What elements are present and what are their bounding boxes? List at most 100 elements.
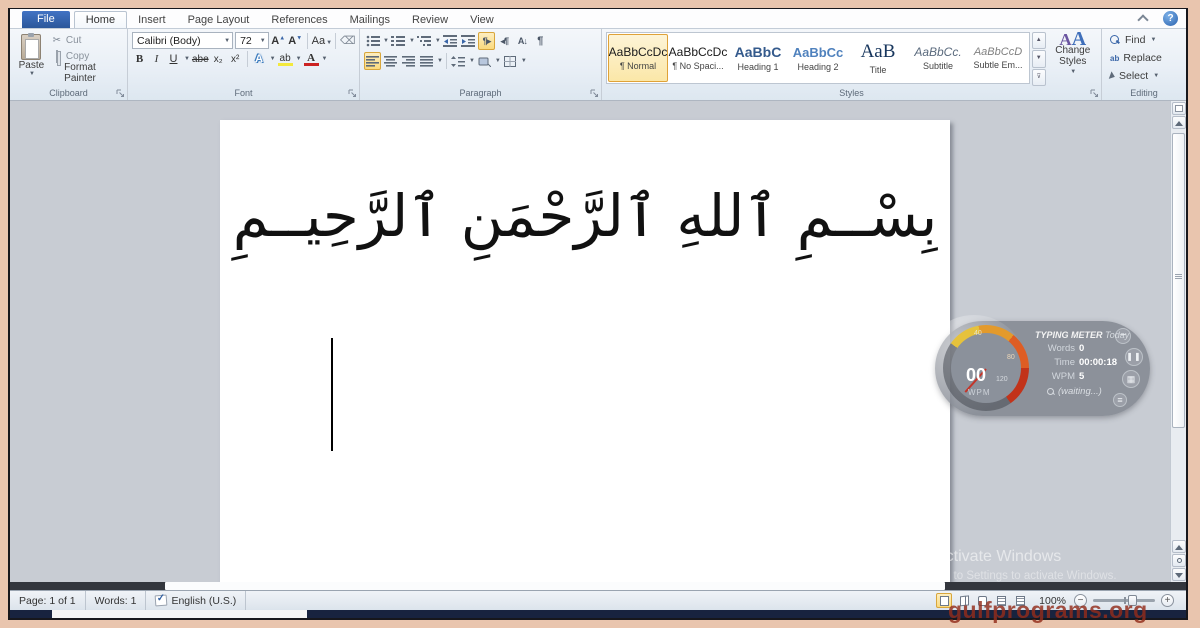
font-dialog-launcher[interactable] [348, 89, 357, 98]
minimize-ribbon-icon[interactable] [1136, 13, 1150, 24]
align-left-button[interactable] [364, 52, 381, 70]
tab-review[interactable]: Review [401, 12, 459, 28]
align-right-button[interactable] [400, 52, 417, 70]
typing-meter-widget[interactable]: 40 80 00 120 WPM TYPING METER Today Word… [935, 321, 1150, 416]
font-size-select[interactable]: 72 ▼ [235, 32, 269, 49]
clipboard-dialog-launcher[interactable] [116, 89, 125, 98]
paragraph-dialog-launcher[interactable] [590, 89, 599, 98]
gauge-tick-120: 120 [996, 376, 1008, 383]
cut-button[interactable]: ✂ Cut [49, 33, 123, 48]
tab-references[interactable]: References [260, 12, 338, 28]
numbering-icon [391, 35, 405, 47]
grow-font-button[interactable]: A▲ [271, 35, 286, 47]
ruler-icon [1175, 105, 1183, 112]
vertical-scroll-thumb[interactable] [1172, 133, 1185, 428]
activate-windows-watermark: Activate Windows Go to Settings to activ… [935, 548, 1117, 582]
scroll-up-button[interactable] [1172, 116, 1186, 129]
justify-icon [420, 56, 433, 67]
underline-button[interactable]: U [166, 53, 181, 65]
tab-page-layout[interactable]: Page Layout [177, 12, 261, 28]
horizontal-scrollbar[interactable] [10, 582, 1186, 590]
styles-dialog-launcher[interactable] [1090, 89, 1099, 98]
tab-home[interactable]: Home [74, 11, 127, 28]
multilevel-list-button[interactable] [416, 32, 433, 50]
vertical-scrollbar[interactable] [1170, 101, 1186, 582]
next-page-button[interactable] [1172, 568, 1186, 581]
typing-meter-stats-button[interactable]: ▦ [1122, 370, 1140, 388]
tab-view[interactable]: View [459, 12, 505, 28]
style-title[interactable]: AaB Title [848, 34, 908, 82]
paste-button[interactable]: Paste ▼ [14, 32, 49, 86]
decrease-indent-button[interactable] [442, 32, 459, 50]
previous-page-button[interactable] [1172, 540, 1186, 553]
style-heading2[interactable]: AaBbCc Heading 2 [788, 34, 848, 82]
style-heading1[interactable]: AaBbC Heading 1 [728, 34, 788, 82]
style-normal[interactable]: AaBbCcDc ¶ Normal [608, 34, 668, 82]
chevron-down-icon: ▼ [260, 38, 266, 44]
style-subtle-emphasis[interactable]: AaBbCcD Subtle Em... [968, 34, 1028, 82]
zoom-in-button[interactable]: + [1161, 594, 1174, 607]
italic-button[interactable]: I [149, 53, 164, 65]
language-status[interactable]: English (U.S.) [146, 591, 246, 610]
font-size-value: 72 [240, 35, 252, 47]
view-ruler-button[interactable] [1172, 102, 1186, 115]
replace-button[interactable]: ab Replace [1110, 50, 1182, 66]
shading-button[interactable] [476, 52, 493, 70]
typing-meter-minimize-button[interactable]: − [1115, 328, 1131, 344]
show-hide-pilcrow-button[interactable]: ¶ [532, 32, 549, 50]
bullets-button[interactable] [364, 32, 381, 50]
align-right-icon [402, 56, 415, 67]
superscript-button[interactable]: x² [228, 54, 243, 65]
gauge-tick-80: 80 [1007, 354, 1015, 361]
document-area: بِسْــمِ ٱللهِ ٱلرَّحْمَنِ ٱلرَّحِيــمِ [10, 101, 1186, 582]
word-count[interactable]: Words: 1 [86, 591, 147, 610]
spellcheck-icon [155, 595, 168, 607]
document-page[interactable]: بِسْــمِ ٱللهِ ٱلرَّحْمَنِ ٱلرَّحِيــمِ [220, 120, 950, 582]
text-effects-button[interactable]: A [252, 53, 267, 65]
numbering-button[interactable] [390, 32, 407, 50]
style-no-spacing[interactable]: AaBbCcDc ¶ No Spaci... [668, 34, 728, 82]
strikethrough-button[interactable]: abe [192, 54, 209, 65]
select-browse-object-button[interactable] [1172, 554, 1186, 567]
replace-label: Replace [1123, 52, 1162, 64]
typing-meter-pause-button[interactable]: ❚❚ [1125, 348, 1143, 366]
styles-gallery-more[interactable]: ⊽ [1032, 69, 1046, 86]
page-count[interactable]: Page: 1 of 1 [10, 591, 86, 610]
styles-scroll-up[interactable]: ▲ [1032, 32, 1046, 49]
highlight-color-button[interactable]: ab [278, 53, 293, 66]
shrink-font-button[interactable]: A▼ [288, 35, 303, 47]
right-to-left-direction-button[interactable]: ◂¶ [496, 32, 513, 50]
sort-button[interactable]: A↓ [514, 32, 531, 50]
borders-icon [504, 56, 516, 67]
select-button[interactable]: Select ▼ [1110, 68, 1182, 84]
font-family-select[interactable]: Calibri (Body) ▼ [132, 32, 233, 49]
font-color-button[interactable]: A [304, 52, 319, 66]
ribbon: Paste ▼ ✂ Cut Copy [10, 28, 1186, 101]
change-case-button[interactable]: Aa▼ [312, 35, 331, 47]
justify-button[interactable] [418, 52, 435, 70]
style-subtitle[interactable]: AaBbCc. Subtitle [908, 34, 968, 82]
tab-insert[interactable]: Insert [127, 12, 177, 28]
line-spacing-icon [451, 56, 465, 67]
typing-meter-menu-button[interactable]: ≡ [1113, 393, 1127, 407]
tab-mailings[interactable]: Mailings [339, 12, 401, 28]
change-styles-button[interactable]: AA Change Styles ▼ [1049, 32, 1097, 86]
increase-indent-button[interactable] [460, 32, 477, 50]
align-center-button[interactable] [382, 52, 399, 70]
increase-indent-icon [461, 35, 475, 47]
bold-button[interactable]: B [132, 53, 147, 65]
left-to-right-direction-button[interactable]: ¶▸ [478, 32, 495, 50]
gauge-unit: WPM [968, 388, 991, 397]
borders-button[interactable] [502, 52, 519, 70]
format-painter-button[interactable]: Format Painter [49, 65, 123, 80]
horizontal-scroll-thumb[interactable] [165, 582, 945, 590]
subscript-button[interactable]: x₂ [211, 54, 226, 65]
line-spacing-button[interactable] [450, 52, 467, 70]
tab-file[interactable]: File [22, 11, 70, 28]
find-button[interactable]: Find ▼ [1110, 32, 1182, 48]
shading-icon [478, 56, 491, 67]
copy-icon [51, 51, 63, 62]
help-button[interactable]: ? [1163, 11, 1178, 26]
clear-formatting-button[interactable]: ⌫ [340, 34, 355, 47]
styles-scroll-down[interactable]: ▼ [1032, 50, 1046, 67]
